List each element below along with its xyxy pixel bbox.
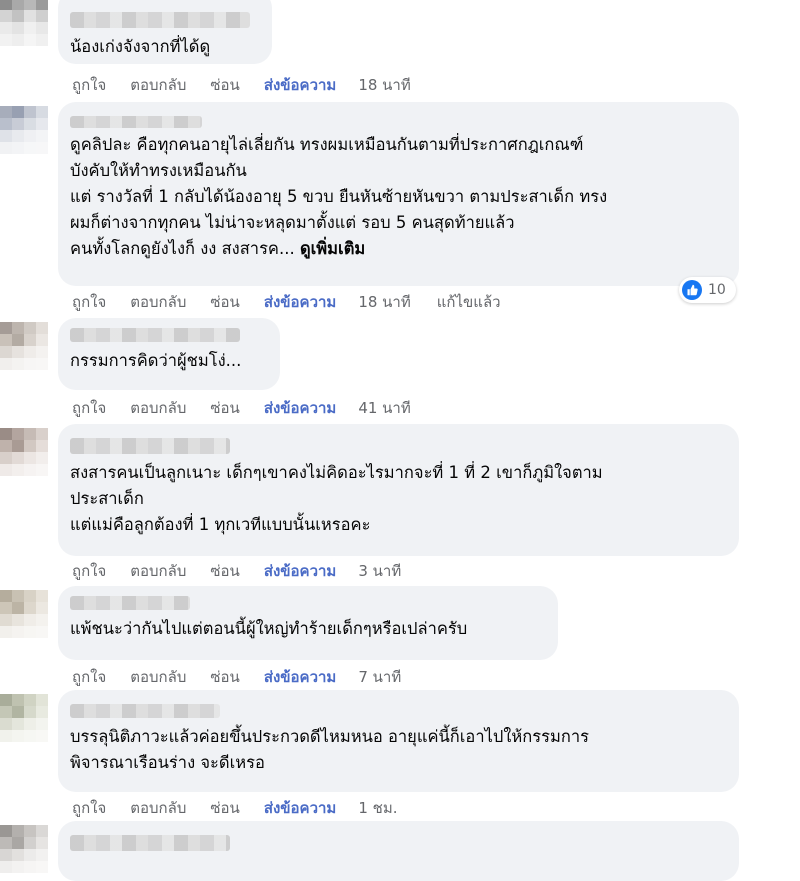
comment-bubble <box>58 821 739 881</box>
like-button[interactable]: ถูกใจ <box>72 292 106 312</box>
comment-actions: ถูกใจ ตอบกลับ ซ่อน ส่งข้อความ 3 นาที <box>72 561 427 581</box>
commenter-name-blurred[interactable] <box>70 438 230 454</box>
comment-actions: ถูกใจ ตอบกลับ ซ่อน ส่งข้อความ 1 ชม. <box>72 798 423 818</box>
comment-timestamp[interactable]: 18 นาที <box>358 75 410 95</box>
comment-actions: ถูกใจ ตอบกลับ ซ่อน ส่งข้อความ 41 นาที <box>72 398 437 418</box>
like-button[interactable]: ถูกใจ <box>72 75 106 95</box>
comment-timestamp[interactable]: 3 นาที <box>358 561 401 581</box>
commenter-name-blurred[interactable] <box>70 116 202 128</box>
avatar[interactable] <box>0 694 48 742</box>
comment-text: น้องเก่งจังจากที่ได้ดู <box>70 37 211 56</box>
hide-button[interactable]: ซ่อน <box>210 292 239 312</box>
commenter-name-blurred[interactable] <box>70 596 190 610</box>
reaction-count-badge[interactable]: 10 <box>679 277 736 303</box>
comment-actions: ถูกใจ ตอบกลับ ซ่อน ส่งข้อความ 18 นาที แก… <box>72 292 525 312</box>
send-message-button[interactable]: ส่งข้อความ <box>264 292 337 312</box>
comment-text: แพ้ชนะว่ากันไปแต่ตอนนี้ผู้ใหญ่ทำร้ายเด็ก… <box>70 619 468 638</box>
comment-bubble: สงสารคนเป็นลูกเนาะ เด็กๆเขาคงไม่คิดอะไรม… <box>58 424 739 556</box>
send-message-button[interactable]: ส่งข้อความ <box>264 798 337 818</box>
send-message-button[interactable]: ส่งข้อความ <box>264 75 337 95</box>
reply-button[interactable]: ตอบกลับ <box>130 398 186 418</box>
like-button[interactable]: ถูกใจ <box>72 398 106 418</box>
send-message-button[interactable]: ส่งข้อความ <box>264 398 337 418</box>
comment-bubble: แพ้ชนะว่ากันไปแต่ตอนนี้ผู้ใหญ่ทำร้ายเด็ก… <box>58 586 558 660</box>
avatar[interactable] <box>0 0 48 46</box>
like-button[interactable]: ถูกใจ <box>72 798 106 818</box>
like-button[interactable]: ถูกใจ <box>72 667 106 687</box>
send-message-button[interactable]: ส่งข้อความ <box>264 667 337 687</box>
comment-timestamp[interactable]: 1 ชม. <box>358 798 397 818</box>
commenter-name-blurred[interactable] <box>70 12 250 28</box>
comment-bubble: น้องเก่งจังจากที่ได้ดู <box>58 0 272 64</box>
reply-button[interactable]: ตอบกลับ <box>130 667 186 687</box>
comment-bubble: ดูคลิปละ คือทุกคนอายุไล่เลี่ยกัน ทรงผมเห… <box>58 102 739 286</box>
avatar[interactable] <box>0 322 48 370</box>
hide-button[interactable]: ซ่อน <box>210 667 239 687</box>
avatar[interactable] <box>0 825 48 873</box>
commenter-name-blurred[interactable] <box>70 704 220 718</box>
commenter-name-blurred[interactable] <box>70 835 230 851</box>
hide-button[interactable]: ซ่อน <box>210 561 239 581</box>
avatar[interactable] <box>0 590 48 638</box>
reaction-count: 10 <box>708 282 726 298</box>
comment-timestamp[interactable]: 18 นาที <box>358 292 410 312</box>
avatar[interactable] <box>0 428 48 476</box>
like-button[interactable]: ถูกใจ <box>72 561 106 581</box>
like-reaction-icon <box>682 280 702 300</box>
comment-actions: ถูกใจ ตอบกลับ ซ่อน ส่งข้อความ 18 นาที <box>72 75 437 95</box>
send-message-button[interactable]: ส่งข้อความ <box>264 561 337 581</box>
edited-label: แก้ไขแล้ว <box>436 293 501 311</box>
comment-text: กรรมการคิดว่าผู้ชมโง่... <box>70 351 242 370</box>
comment-bubble: บรรลุนิติภาวะแล้วค่อยขึ้นประกวดดีไหมหนอ … <box>58 690 739 792</box>
comment-timestamp[interactable]: 7 นาที <box>358 667 401 687</box>
reply-button[interactable]: ตอบกลับ <box>130 292 186 312</box>
comment-text: สงสารคนเป็นลูกเนาะ เด็กๆเขาคงไม่คิดอะไรม… <box>70 463 603 534</box>
hide-button[interactable]: ซ่อน <box>210 398 239 418</box>
hide-button[interactable]: ซ่อน <box>210 75 239 95</box>
see-more-link[interactable]: ดูเพิ่มเติม <box>300 239 365 258</box>
comment-bubble: กรรมการคิดว่าผู้ชมโง่... <box>58 318 280 390</box>
comment-text: ดูคลิปละ คือทุกคนอายุไล่เลี่ยกัน ทรงผมเห… <box>70 132 727 262</box>
hide-button[interactable]: ซ่อน <box>210 798 239 818</box>
commenter-name-blurred[interactable] <box>70 328 240 342</box>
avatar[interactable] <box>0 106 48 154</box>
comment-text: บรรลุนิติภาวะแล้วค่อยขึ้นประกวดดีไหมหนอ … <box>70 727 590 772</box>
reply-button[interactable]: ตอบกลับ <box>130 75 186 95</box>
comment-timestamp[interactable]: 41 นาที <box>358 398 410 418</box>
reply-button[interactable]: ตอบกลับ <box>130 798 186 818</box>
reply-button[interactable]: ตอบกลับ <box>130 561 186 581</box>
comment-actions: ถูกใจ ตอบกลับ ซ่อน ส่งข้อความ 7 นาที <box>72 667 427 687</box>
